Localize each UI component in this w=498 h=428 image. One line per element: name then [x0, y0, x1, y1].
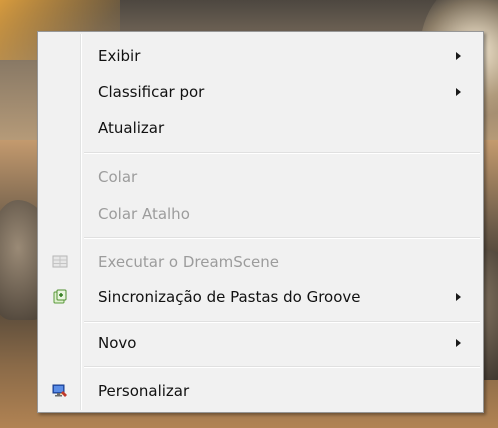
desktop-context-menu: Exibir Classificar por Atualizar Colar C…: [37, 31, 484, 413]
menu-separator: [84, 237, 480, 239]
groove-sync-icon: [52, 289, 68, 305]
menu-separator: [84, 152, 480, 154]
menu-item-label: Classificar por: [98, 83, 205, 101]
menu-separator: [84, 366, 480, 368]
menu-item-label: Personalizar: [98, 382, 190, 400]
menu-item-sincronizacao-groove[interactable]: Sincronização de Pastas do Groove: [40, 281, 481, 313]
menu-item-label: Sincronização de Pastas do Groove: [98, 288, 361, 306]
menu-item-classificar-por[interactable]: Classificar por: [40, 76, 481, 108]
menu-item-novo[interactable]: Novo: [40, 327, 481, 359]
menu-item-label: Executar o DreamScene: [98, 253, 279, 271]
menu-separator: [84, 321, 480, 323]
menu-item-colar-atalho: Colar Atalho: [40, 198, 481, 230]
menu-item-exibir[interactable]: Exibir: [40, 40, 481, 72]
menu-item-label: Colar: [98, 168, 138, 186]
menu-item-label: Exibir: [98, 47, 141, 65]
menu-item-label: Novo: [98, 334, 137, 352]
dreamscene-icon: [52, 254, 68, 270]
menu-item-atualizar[interactable]: Atualizar: [40, 112, 481, 144]
menu-item-colar: Colar: [40, 161, 481, 193]
menu-item-label: Colar Atalho: [98, 205, 190, 223]
submenu-arrow-icon: [456, 88, 461, 96]
submenu-arrow-icon: [456, 52, 461, 60]
submenu-arrow-icon: [456, 293, 461, 301]
menu-item-executar-dreamscene: Executar o DreamScene: [40, 246, 481, 278]
submenu-arrow-icon: [456, 339, 461, 347]
menu-item-label: Atualizar: [98, 119, 165, 137]
personalize-icon: [52, 383, 68, 399]
menu-item-personalizar[interactable]: Personalizar: [40, 375, 481, 407]
